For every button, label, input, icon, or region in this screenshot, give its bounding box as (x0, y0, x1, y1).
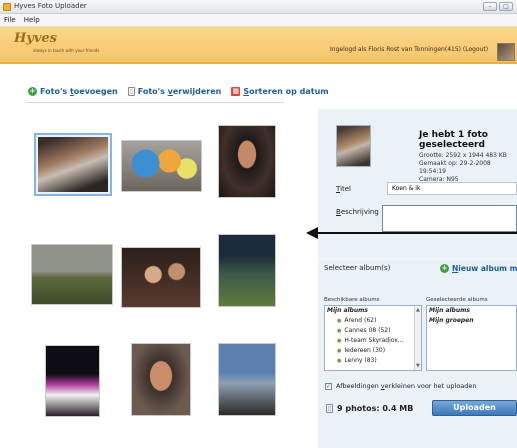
trash-icon: ▯ (127, 87, 135, 96)
resize-option[interactable]: ✓ Afbeeldingen verkleinen voor het uploa… (325, 382, 477, 390)
hyves-logo: Hyves (14, 31, 57, 46)
new-album-label: Nieuw album make (452, 264, 517, 273)
maximize-button[interactable]: □ (499, 2, 513, 11)
login-status[interactable]: Ingelogd als Floris Rost van Tonningen(4… (330, 46, 488, 53)
photo-image (219, 344, 275, 415)
summary-text: 9 photos: 0.4 MB (337, 404, 414, 413)
selected-albums-label: Geselecteerde albums (426, 297, 488, 303)
photo-thumbnail[interactable] (121, 247, 201, 308)
photo-image (219, 126, 275, 197)
scroll-down-icon[interactable]: ▼ (416, 363, 420, 369)
upload-button[interactable]: Uploaden (432, 400, 517, 416)
photo-date: Gemaakt op: 29-2-2008 19:54:19 (419, 160, 491, 175)
photo-thumbnail[interactable] (218, 343, 276, 416)
photo-image (132, 344, 190, 415)
list-item[interactable]: Cannes 08 (52) (325, 326, 421, 336)
album-heading: Selecteer album(s) (324, 264, 391, 272)
photo-toolbar: + Foto's toevoegen ▯ Foto's verwijderen … (28, 87, 329, 96)
sort-by-date-label: Sorteren op datum (243, 87, 329, 96)
available-albums-label: Beschikbare albums (324, 297, 380, 303)
list-item[interactable]: Mijn groepen (427, 316, 516, 326)
toolbar-divider (26, 102, 284, 103)
photo-size: Grootte: 2592 x 1944 483 KB (419, 152, 507, 159)
selection-heading: Je hebt 1 foto geselecteerd (419, 130, 488, 150)
upload-summary: ▯ 9 photos: 0.4 MB (326, 404, 413, 413)
scroll-up-icon[interactable]: ▲ (416, 307, 420, 313)
app-icon (3, 3, 11, 11)
photo-thumbnail[interactable] (34, 133, 112, 196)
menu-help[interactable]: Help (24, 16, 40, 24)
photo-metadata: Grootte: 2592 x 1944 483 KB Gemaakt op: … (419, 152, 517, 184)
scrollbar[interactable]: ▲ ▼ (414, 306, 421, 370)
window-title: Hyves Foto Uploader (14, 2, 87, 10)
add-photos-button[interactable]: + Foto's toevoegen (28, 87, 118, 96)
photo-image (122, 248, 200, 307)
sort-by-date-button[interactable]: ▦ Sorteren op datum (231, 87, 329, 96)
photo-thumbnail[interactable] (218, 234, 276, 307)
list-item[interactable]: H-team Skyradiox... (325, 336, 421, 346)
photo-thumbnail[interactable] (45, 345, 100, 417)
list-item[interactable]: Mijn albums (427, 306, 516, 316)
resize-checkbox[interactable]: ✓ (325, 382, 332, 390)
add-icon: + (440, 264, 449, 273)
window-titlebar: Hyves Foto Uploader – □ (0, 0, 517, 14)
menu-bar: File Help (0, 14, 517, 27)
title-input[interactable] (387, 182, 517, 195)
add-photos-label: Foto's toevoegen (40, 87, 118, 96)
remove-photos-button[interactable]: ▯ Foto's verwijderen (127, 87, 222, 96)
list-item[interactable]: Iedereen (30) (325, 346, 421, 356)
photo-thumbnail[interactable] (131, 343, 191, 416)
description-label: Beschrijving (336, 208, 379, 216)
list-item[interactable]: Mijn albums (325, 306, 421, 316)
window-buttons: – □ (483, 2, 513, 11)
available-albums-list[interactable]: Mijn albums Arend (62) Cannes 08 (52) H-… (324, 305, 422, 371)
photo-image (32, 245, 112, 304)
photo-thumbnail[interactable] (31, 244, 113, 305)
photo-image (46, 346, 99, 416)
new-album-button[interactable]: + Nieuw album make (440, 264, 517, 273)
selected-albums-list[interactable]: Mijn albums Mijn groepen (426, 305, 517, 371)
brand-bar: Hyves always in touch with your friends … (0, 27, 517, 64)
add-icon: + (28, 87, 37, 96)
resize-label: Afbeeldingen verkleinen voor het uploade… (336, 382, 477, 390)
photo-thumbnail[interactable] (218, 125, 276, 198)
photo-image (219, 235, 275, 306)
selected-photo-preview (336, 125, 371, 167)
arrow-shaft (316, 232, 517, 234)
photo-thumbnail[interactable] (121, 140, 202, 192)
title-label: Titel (336, 185, 352, 193)
photos-icon: ▯ (326, 404, 333, 413)
menu-file[interactable]: File (4, 16, 16, 24)
description-input[interactable] (382, 205, 517, 232)
calendar-icon: ▦ (231, 87, 241, 96)
list-item[interactable]: Lenny (83) (325, 356, 421, 366)
list-item[interactable]: Arend (62) (325, 316, 421, 326)
remove-photos-label: Foto's verwijderen (137, 87, 222, 96)
avatar (497, 43, 515, 61)
photo-image (38, 137, 108, 192)
panel-divider (318, 258, 517, 259)
minimize-button[interactable]: – (483, 2, 497, 11)
photo-image (122, 141, 201, 191)
brand-tagline: always in touch with your friends (33, 48, 100, 53)
